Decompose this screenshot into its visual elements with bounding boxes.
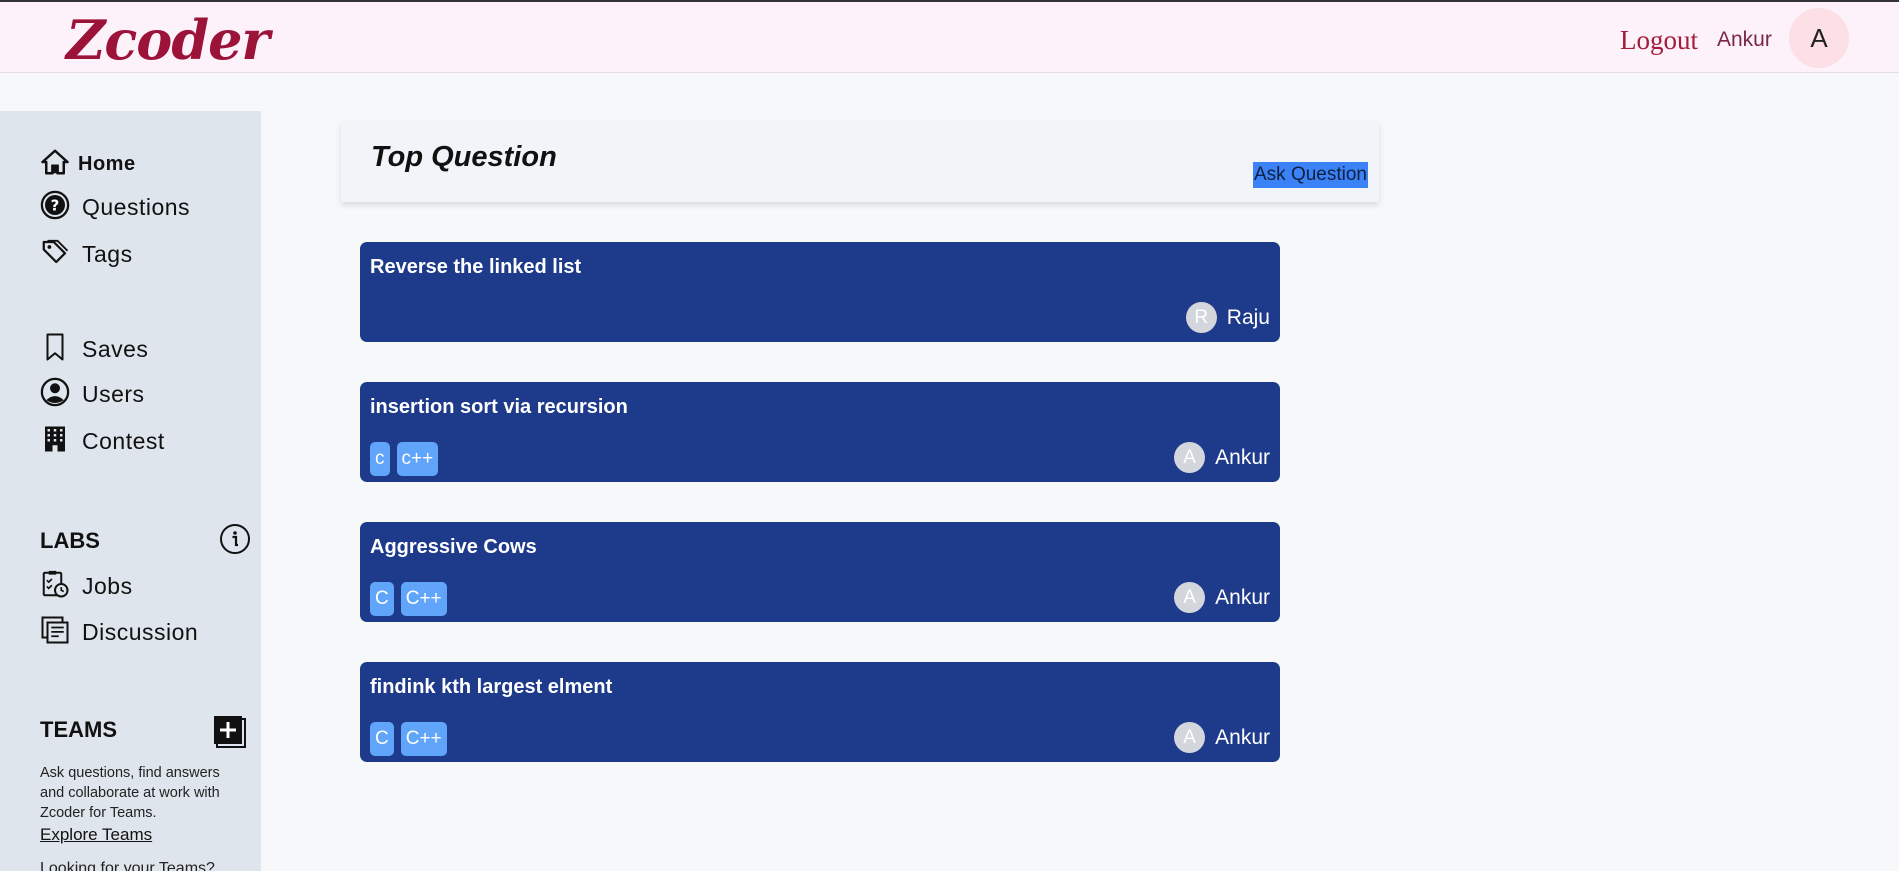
user-circle-icon <box>40 377 70 412</box>
ask-question-button[interactable]: Ask Question <box>1253 162 1368 188</box>
bookmark-icon <box>40 332 70 367</box>
page-title: Top Question <box>371 141 557 173</box>
sidebar-item-saves[interactable]: Saves <box>40 332 148 367</box>
question-author: A Ankur <box>1174 582 1270 613</box>
tag-list: C C++ <box>370 722 447 756</box>
sidebar-item-label: Discussion <box>82 619 199 645</box>
tag-badge[interactable]: c <box>370 442 390 476</box>
tag-badge[interactable]: C <box>370 582 394 616</box>
author-name: Ankur <box>1215 585 1270 609</box>
author-name: Ankur <box>1215 725 1270 749</box>
add-team-icon[interactable] <box>212 714 247 749</box>
author-avatar: A <box>1174 722 1206 753</box>
tag-badge[interactable]: c++ <box>396 442 439 476</box>
tag-badge[interactable]: C <box>370 722 394 756</box>
sidebar-item-label: Home <box>78 153 136 175</box>
tags-icon <box>40 237 70 272</box>
question-card[interactable]: Aggressive Cows C C++ A Ankur <box>360 522 1280 622</box>
question-card[interactable]: Reverse the linked list R Raju <box>360 242 1280 342</box>
author-avatar: A <box>1174 582 1206 613</box>
clipboard-clock-icon <box>40 569 70 604</box>
author-name: Raju <box>1226 305 1270 329</box>
author-avatar: A <box>1174 442 1206 473</box>
question-title[interactable]: insertion sort via recursion <box>370 396 628 419</box>
question-author: A Ankur <box>1174 722 1270 753</box>
sidebar-item-questions[interactable]: ? Questions <box>40 190 190 225</box>
question-circle-icon: ? <box>40 190 70 225</box>
top-navbar: Zcoder Logout Ankur A <box>0 0 1899 73</box>
sidebar-item-tags[interactable]: Tags <box>40 237 133 272</box>
tag-badge[interactable]: C++ <box>400 582 447 616</box>
question-card[interactable]: insertion sort via recursion c c++ A Ank… <box>360 382 1280 482</box>
sidebar-item-discussion[interactable]: Discussion <box>40 615 198 650</box>
author-name: Ankur <box>1215 445 1270 469</box>
question-title[interactable]: Reverse the linked list <box>370 256 581 279</box>
username-label: Ankur <box>1717 28 1772 51</box>
svg-text:?: ? <box>51 197 60 215</box>
question-title[interactable]: findink kth largest elment <box>370 676 612 699</box>
sidebar-item-label: Saves <box>82 336 149 362</box>
sidebar: Home ? Questions Tags Saves Users Contes… <box>0 111 261 871</box>
question-card[interactable]: findink kth largest elment C C++ A Ankur <box>360 662 1280 762</box>
top-question-header: Top Question Ask Question <box>341 122 1379 202</box>
logout-button[interactable]: Logout <box>1620 25 1698 56</box>
tag-badge[interactable]: C++ <box>400 722 447 756</box>
sidebar-item-contest[interactable]: Contest <box>40 424 165 459</box>
home-icon <box>40 147 70 182</box>
sidebar-item-label: Jobs <box>82 573 133 599</box>
sidebar-item-label: Users <box>82 381 145 407</box>
building-icon <box>40 424 70 459</box>
explore-teams-link[interactable]: Explore Teams <box>40 825 152 845</box>
discussion-icon <box>40 615 70 650</box>
looking-for-teams-text[interactable]: Looking for your Teams? <box>40 860 215 871</box>
sidebar-item-home[interactable]: Home <box>40 147 136 182</box>
sidebar-item-label: Tags <box>82 241 133 267</box>
sidebar-item-jobs[interactable]: Jobs <box>40 569 133 604</box>
sidebar-item-label: Questions <box>82 194 191 220</box>
question-author: A Ankur <box>1174 442 1270 473</box>
labs-heading: LABS <box>40 528 100 553</box>
sidebar-item-label: Contest <box>82 428 165 454</box>
info-icon[interactable] <box>219 523 251 555</box>
sidebar-item-users[interactable]: Users <box>40 377 145 412</box>
tag-list: C C++ <box>370 582 447 616</box>
teams-description: Ask questions, find answers and collabor… <box>40 765 220 821</box>
teams-heading: TEAMS <box>40 717 117 742</box>
tag-list: c c++ <box>370 442 439 476</box>
question-title[interactable]: Aggressive Cows <box>370 536 537 559</box>
app-logo[interactable]: Zcoder <box>66 8 270 72</box>
user-avatar[interactable]: A <box>1789 8 1849 68</box>
question-author: R Raju <box>1185 302 1270 333</box>
author-avatar: R <box>1185 302 1217 333</box>
